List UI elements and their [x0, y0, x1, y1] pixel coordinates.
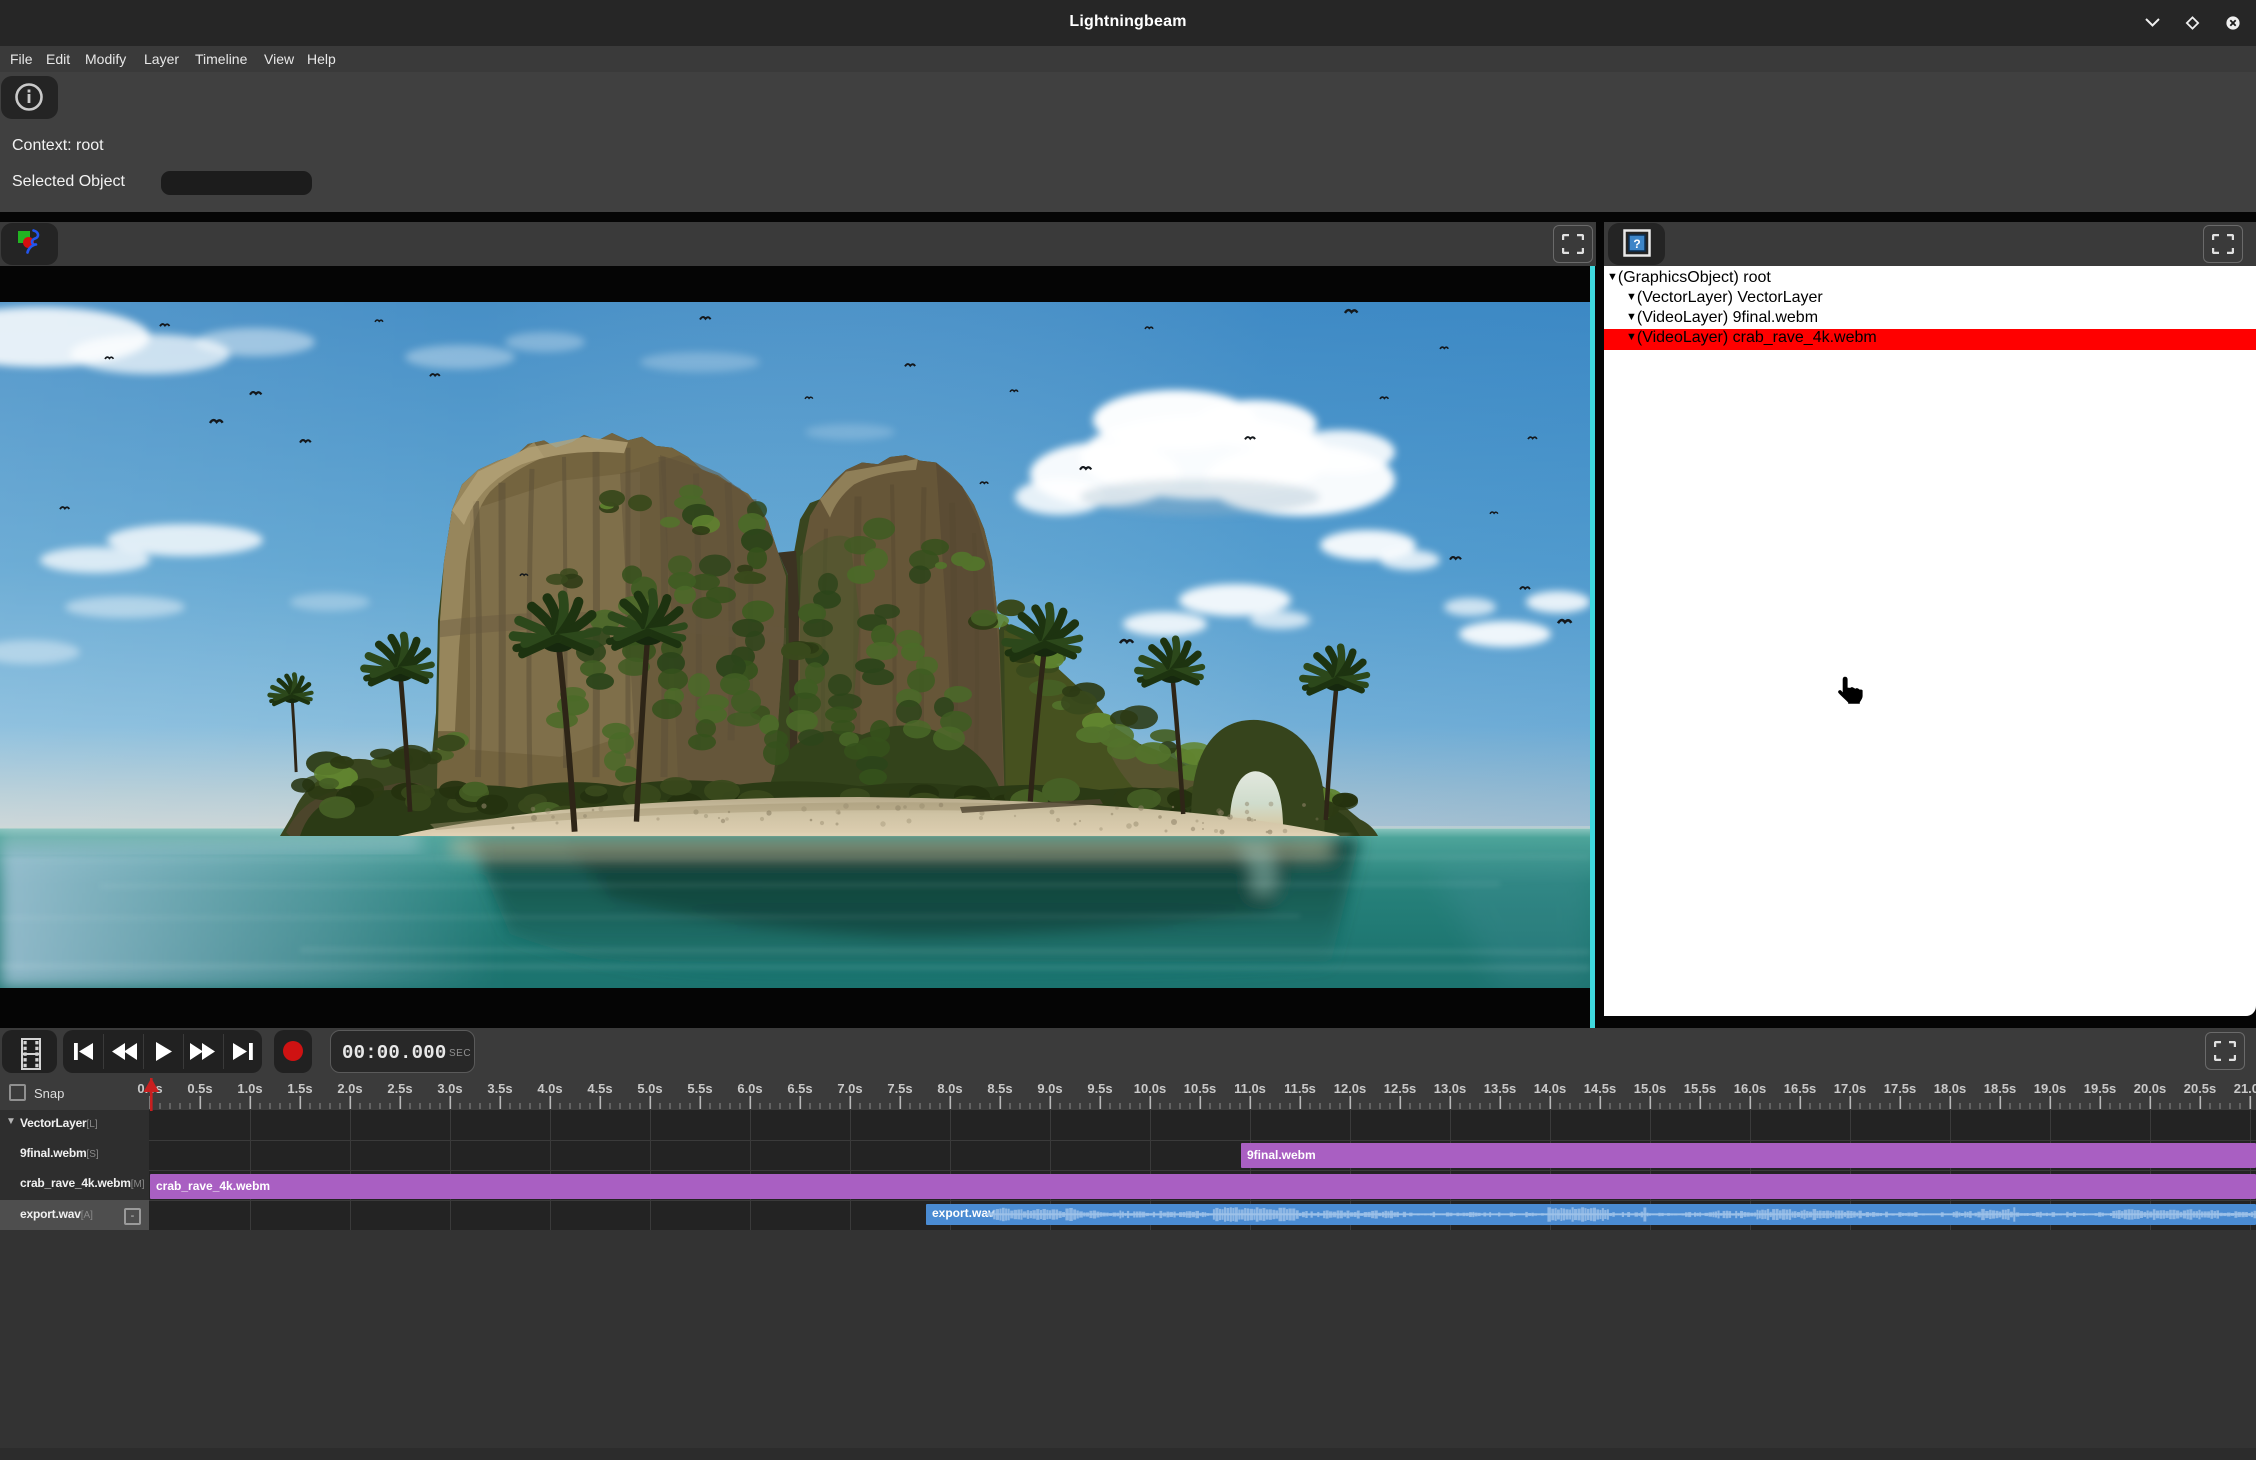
svg-text:?: ? [1633, 237, 1640, 251]
